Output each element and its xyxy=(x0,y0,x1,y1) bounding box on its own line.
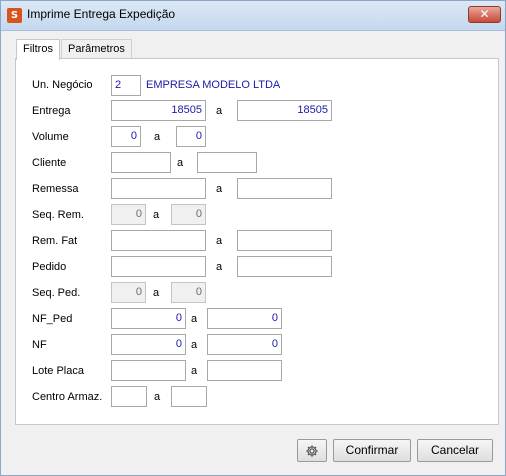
nf-from-input[interactable]: 0 xyxy=(111,334,186,355)
rem-fat-label: Rem. Fat xyxy=(32,235,78,247)
entrega-to-input[interactable]: 18505 xyxy=(237,100,332,121)
entrega-range-separator: a xyxy=(216,105,223,117)
tab-parametros[interactable]: Parâmetros xyxy=(61,39,132,59)
centro-armaz-to-input[interactable] xyxy=(171,386,207,407)
un-negocio-input[interactable]: 2 xyxy=(111,75,141,96)
cliente-range-separator: a xyxy=(177,157,184,169)
rem-fat-to-input[interactable] xyxy=(237,230,332,251)
close-button[interactable]: ✕ xyxy=(468,6,501,23)
nf-ped-range-separator: a xyxy=(191,313,198,325)
cliente-label: Cliente xyxy=(32,157,67,169)
remessa-label: Remessa xyxy=(32,183,79,195)
nf-ped-to-input[interactable]: 0 xyxy=(207,308,282,329)
rem-fat-from-input[interactable] xyxy=(111,230,206,251)
seq-rem-range-separator: a xyxy=(153,209,160,221)
volume-to-input[interactable]: 0 xyxy=(176,126,206,147)
rem-fat-range-separator: a xyxy=(216,235,223,247)
cliente-to-input[interactable] xyxy=(197,152,257,173)
cliente-from-input[interactable] xyxy=(111,152,171,173)
window-title: Imprime Entrega Expedição xyxy=(27,7,176,21)
nf-label: NF xyxy=(32,339,47,351)
centro-armaz-from-input[interactable] xyxy=(111,386,147,407)
pedido-label: Pedido xyxy=(32,261,67,273)
cancel-button[interactable]: Cancelar xyxy=(417,439,493,462)
tab-filtros[interactable]: Filtros xyxy=(16,39,60,60)
volume-range-separator: a xyxy=(154,131,161,143)
nf-range-separator: a xyxy=(191,339,198,351)
dialog-window: S Imprime Entrega Expedição ✕ Filtros Pa… xyxy=(0,0,506,476)
lote-placa-from-input[interactable] xyxy=(111,360,186,381)
centro-armaz-label: Centro Armaz. xyxy=(32,391,103,403)
seq-rem-from-input: 0 xyxy=(111,204,146,225)
lote-placa-range-separator: a xyxy=(191,365,198,377)
entrega-from-input[interactable]: 18505 xyxy=(111,100,206,121)
un-negocio-label: Un. Negócio xyxy=(32,79,93,91)
pedido-from-input[interactable] xyxy=(111,256,206,277)
seq-ped-range-separator: a xyxy=(153,287,160,299)
filters-panel: Un. Negócio 2 EMPRESA MODELO LTDA Entreg… xyxy=(15,58,499,425)
remessa-from-input[interactable] xyxy=(111,178,206,199)
lote-placa-label: Lote Placa xyxy=(32,365,84,377)
seq-ped-to-input: 0 xyxy=(171,282,206,303)
pedido-to-input[interactable] xyxy=(237,256,332,277)
seq-rem-label: Seq. Rem. xyxy=(32,209,84,221)
app-icon: S xyxy=(7,8,22,23)
remessa-to-input[interactable] xyxy=(237,178,332,199)
volume-label: Volume xyxy=(32,131,69,143)
confirm-button[interactable]: Confirmar xyxy=(333,439,411,462)
centro-armaz-range-separator: a xyxy=(154,391,161,403)
nf-ped-label: NF_Ped xyxy=(32,313,73,325)
seq-rem-to-input: 0 xyxy=(171,204,206,225)
lote-placa-to-input[interactable] xyxy=(207,360,282,381)
volume-from-input[interactable]: 0 xyxy=(111,126,141,147)
nf-to-input[interactable]: 0 xyxy=(207,334,282,355)
remessa-range-separator: a xyxy=(216,183,223,195)
pedido-range-separator: a xyxy=(216,261,223,273)
title-bar[interactable]: S Imprime Entrega Expedição ✕ xyxy=(1,1,505,31)
seq-ped-label: Seq. Ped. xyxy=(32,287,81,299)
company-name: EMPRESA MODELO LTDA xyxy=(146,79,281,91)
settings-button[interactable] xyxy=(297,439,327,462)
gear-icon xyxy=(306,445,318,457)
seq-ped-from-input: 0 xyxy=(111,282,146,303)
entrega-label: Entrega xyxy=(32,105,71,117)
nf-ped-from-input[interactable]: 0 xyxy=(111,308,186,329)
